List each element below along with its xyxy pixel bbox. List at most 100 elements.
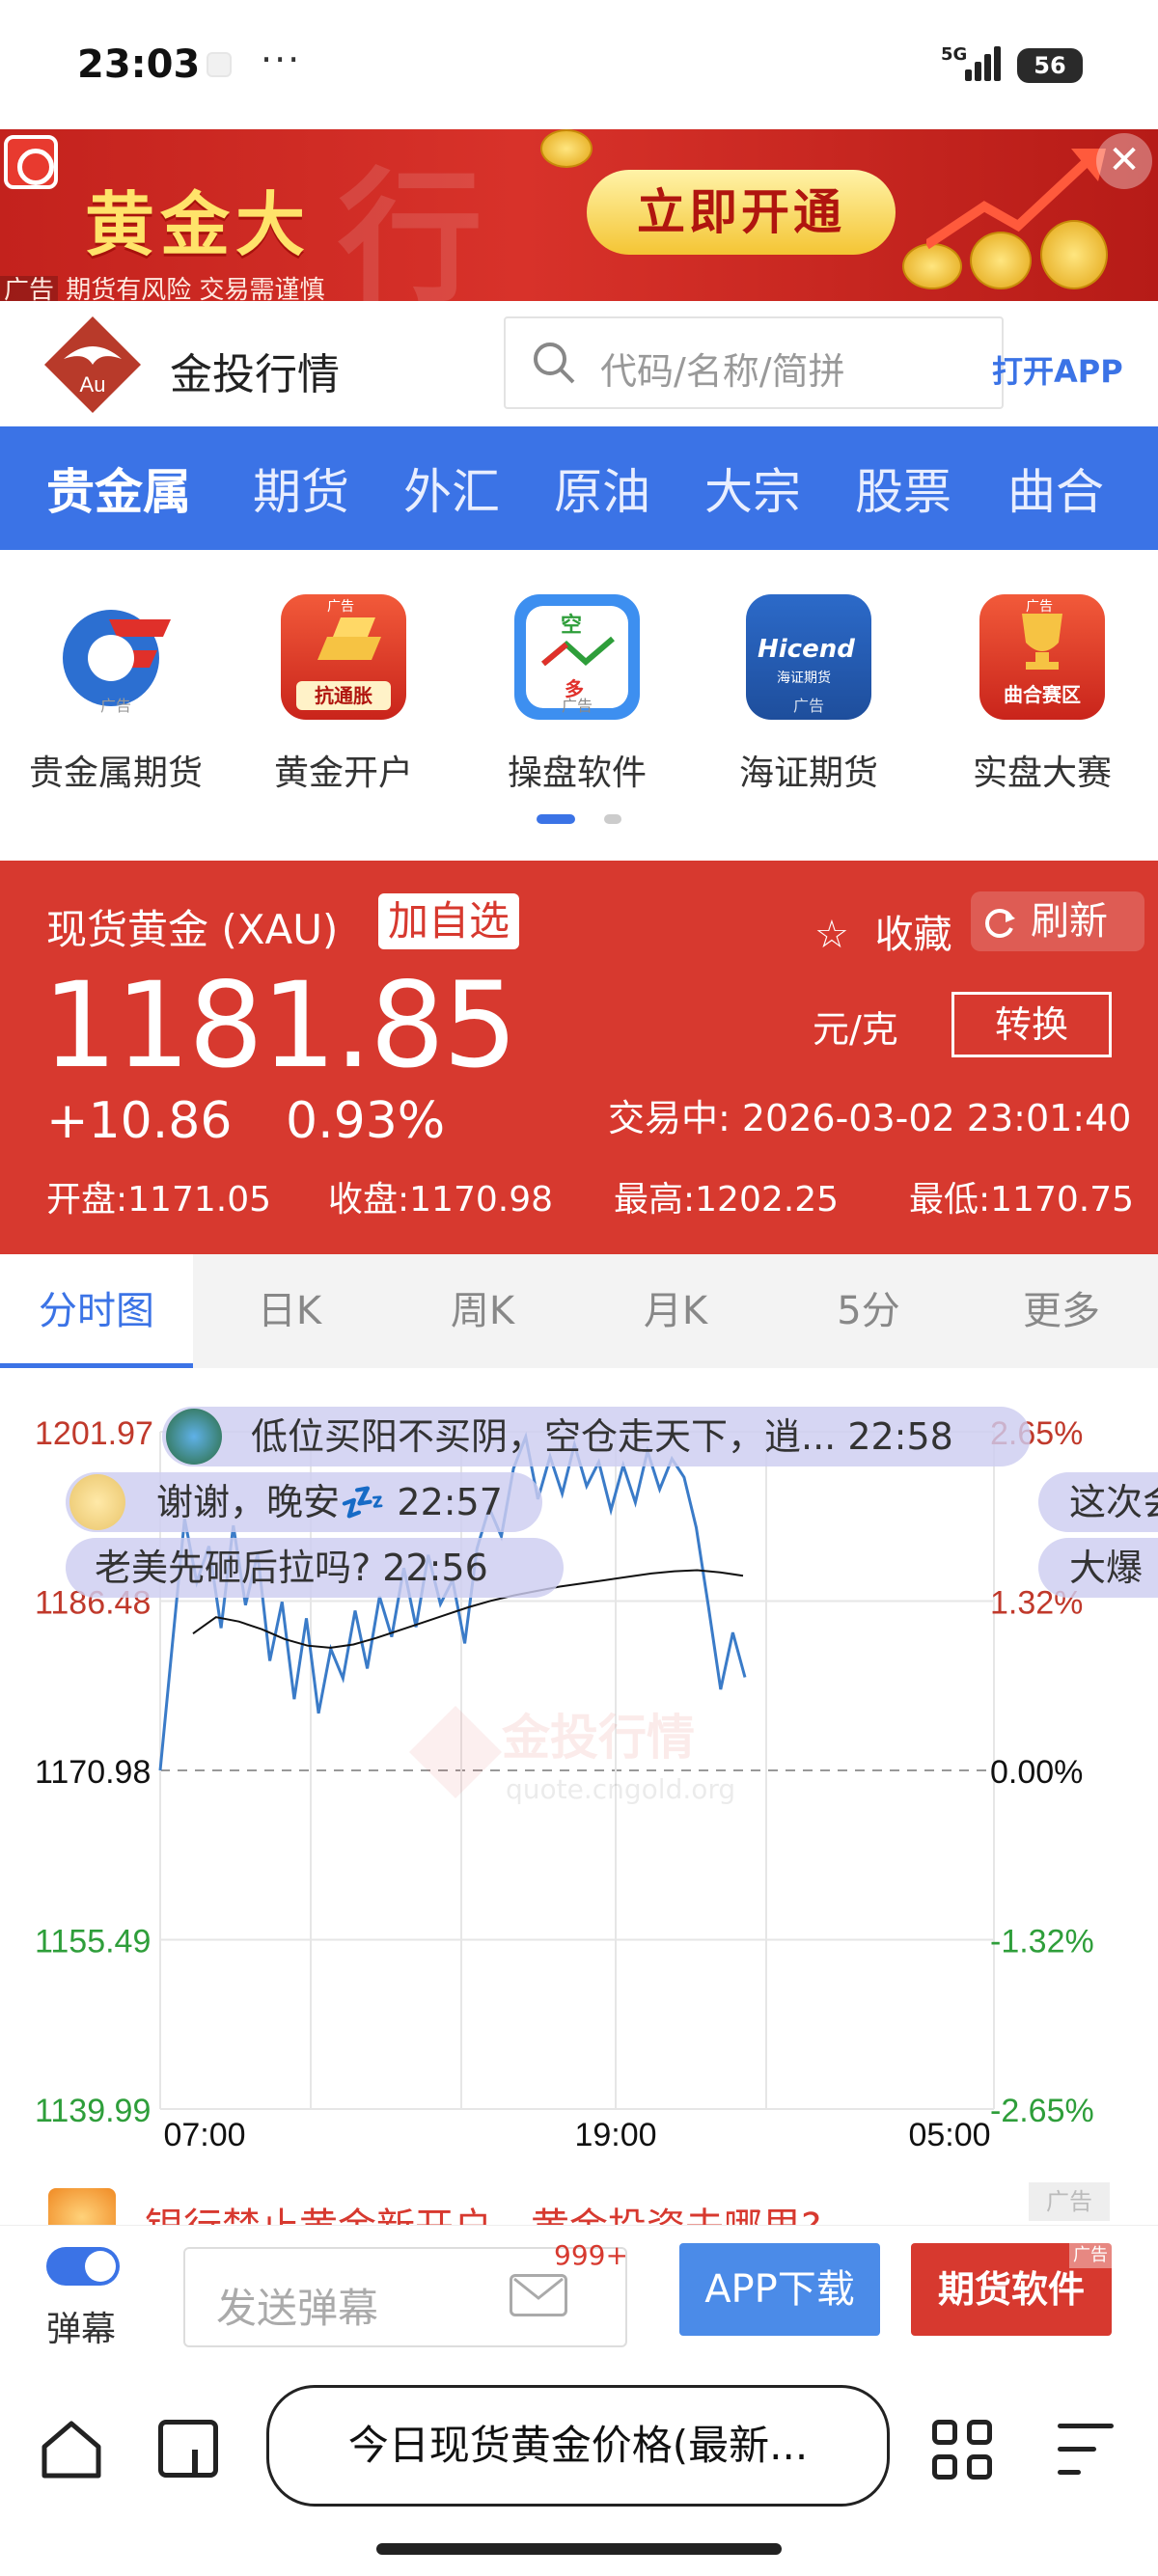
intraday-chart[interactable]: 金投行情 quote.cngold.org 1201.97 2.65% 1186.48 1… xyxy=(0,1368,1158,2159)
add-watchlist-button[interactable]: 加自选 xyxy=(378,893,520,949)
shortcut-label: 实盘大赛 xyxy=(972,754,1112,793)
shortcut-ad-tag: 广告 xyxy=(792,697,824,715)
shortcut-label: 贵金属期货 xyxy=(28,754,203,793)
futures-ad-tag: 广告 xyxy=(1069,2243,1112,2268)
ad-label: 广告 xyxy=(0,276,59,301)
low-price: 最低:1170.75 xyxy=(909,1180,1134,1219)
nav-item-crude-oil[interactable]: 原油 xyxy=(554,453,650,523)
instrument-name: 现货黄金 (XAU) xyxy=(46,906,339,953)
shortcut-label: 黄金开户 xyxy=(273,754,413,793)
brand-name[interactable]: 金投行情 xyxy=(170,340,340,401)
tab-more[interactable]: 更多 xyxy=(965,1254,1158,1368)
ad-banner[interactable]: 行 黄金大 立即开通 广告 期货有风险 交易需谨慎 xyxy=(0,129,1158,301)
shortcut-trading-software[interactable]: 空 多 广告 操盘软件 xyxy=(481,594,674,795)
tab-monthly-k[interactable]: 月K xyxy=(579,1254,772,1368)
nav-item-forex[interactable]: 外汇 xyxy=(403,453,500,523)
user-avatar xyxy=(69,1474,125,1530)
chart-watermark: 金投行情 xyxy=(502,1710,695,1766)
trophy-icon: 曲合赛区 广告 xyxy=(979,594,1105,720)
search-input[interactable]: 代码/名称/简拼 xyxy=(504,316,1004,409)
current-price: 1181.85 xyxy=(42,957,518,1094)
nav-item-futures[interactable]: 期货 xyxy=(253,453,349,523)
site-header: Au 金投行情 代码/名称/简拼 打开APP xyxy=(0,301,1158,426)
y-tick-left: 1139.99 xyxy=(35,2093,151,2129)
price-change: +10.86 xyxy=(46,1092,233,1150)
category-nav: 贵金属 期货 外汇 原油 大宗 股票 曲合 xyxy=(0,426,1158,550)
home-indicator xyxy=(376,2543,782,2555)
futures-software-label: 期货软件 xyxy=(937,2268,1085,2311)
hicend-brand-sub: 海证期货 xyxy=(777,671,831,686)
home-icon[interactable] xyxy=(39,2416,104,2481)
tab-intraday[interactable]: 分时图 xyxy=(0,1254,193,1368)
y-tick-left: 1201.97 xyxy=(35,1415,153,1452)
app-download-button[interactable]: APP下载 xyxy=(679,2243,880,2336)
refresh-label: 刷新 xyxy=(1031,899,1108,944)
menu-icon[interactable] xyxy=(1058,2424,1114,2478)
news-text: 银行禁止黄金新开户，黄金投资去哪里? xyxy=(145,2196,821,2225)
tab-5min[interactable]: 5分 xyxy=(772,1254,965,1368)
y-tick-right: -2.65% xyxy=(990,2093,1094,2129)
shortcut-live-contest[interactable]: 曲合赛区 广告 实盘大赛 xyxy=(946,594,1139,795)
danmaku-text: 这次会 xyxy=(1069,1481,1158,1523)
ad-disclaimer: 广告 期货有风险 交易需谨慎 xyxy=(0,270,325,301)
price-change-pct: 0.93% xyxy=(286,1092,446,1150)
hicend-icon: Hicend 海证期货 广告 xyxy=(746,594,871,720)
trading-status: 交易中: 2026-03-02 23:01:40 xyxy=(608,1097,1132,1139)
convert-button[interactable]: 转换 xyxy=(951,992,1112,1057)
ad-close-icon[interactable]: ✕ xyxy=(1096,133,1152,189)
nav-item-commodities[interactable]: 大宗 xyxy=(704,453,801,523)
ad-disclaimer-text: 期货有风险 交易需谨慎 xyxy=(66,276,325,301)
network-type: 5G xyxy=(941,44,968,65)
chart-tabs: 分时图 日K 周K 月K 5分 更多 xyxy=(0,1254,1158,1368)
ad-banner-title: 黄金大 xyxy=(85,184,312,265)
coin-icon xyxy=(540,129,593,168)
shortcut-grid: 广告 贵金属期货 抗通胀 广告 黄金开户 空 多 广告 操盘软件 Hicend … xyxy=(0,550,1158,859)
futures-software-button[interactable]: 期货软件 广告 xyxy=(911,2243,1112,2336)
precious-futures-icon: 广告 xyxy=(53,594,179,720)
shortcut-precious-futures[interactable]: 广告 贵金属期货 xyxy=(19,594,212,795)
y-tick-left: 1155.49 xyxy=(35,1923,151,1959)
high-price: 最高:1202.25 xyxy=(614,1180,839,1219)
star-icon: ☆ xyxy=(814,913,849,957)
apps-grid-icon[interactable] xyxy=(932,2420,996,2483)
shortcut-hicend-futures[interactable]: Hicend 海证期货 广告 海证期货 xyxy=(712,594,905,795)
tabs-icon[interactable] xyxy=(158,2420,218,2478)
shortcut-label: 海证期货 xyxy=(738,754,878,793)
trend-arrow-icon xyxy=(926,149,1106,250)
gold-bar-icon: 抗通胀 广告 xyxy=(281,594,406,720)
danmaku-item: 这次会 xyxy=(1038,1472,1158,1532)
pager-dot xyxy=(604,814,621,824)
tab-weekly-k[interactable]: 周K xyxy=(386,1254,579,1368)
news-icon xyxy=(48,2188,116,2225)
y-tick-left: 1170.98 xyxy=(35,1754,151,1791)
address-bar[interactable]: 今日现货黄金价格(最新... xyxy=(266,2385,890,2507)
danmaku-item: 大爆 xyxy=(1038,1538,1158,1598)
open-app-button[interactable]: 打开APP xyxy=(992,347,1123,392)
refresh-button[interactable]: 刷新 xyxy=(971,891,1144,951)
danmaku-text: 大爆 xyxy=(1069,1547,1144,1589)
favorite-label: 收藏 xyxy=(874,913,952,957)
favorite-button[interactable]: ☆ 收藏 xyxy=(814,903,952,959)
chart-watermark-logo xyxy=(409,1706,502,1798)
danmaku-placeholder: 发送弹幕 xyxy=(216,2285,379,2332)
shortcut-label: 操盘软件 xyxy=(507,754,647,793)
news-ticker[interactable]: 银行禁止黄金新开户，黄金投资去哪里? 广告 xyxy=(0,2182,1158,2225)
danmaku-text: 谢谢，晚安💤 22:57 xyxy=(156,1481,503,1523)
nav-item-quhe[interactable]: 曲合 xyxy=(1007,453,1104,523)
danmaku-toggle-label: 弹幕 xyxy=(46,2310,117,2349)
tab-daily-k[interactable]: 日K xyxy=(193,1254,386,1368)
ad-cta-button[interactable]: 立即开通 xyxy=(587,170,896,255)
mail-icon[interactable] xyxy=(510,2274,567,2316)
nav-item-precious-metals[interactable]: 贵金属 xyxy=(46,453,191,523)
shortcut-ad-tag: 广告 xyxy=(327,599,354,615)
danmaku-text: 低位买阳不买阴，空仓走天下，逍... 22:58 xyxy=(251,1415,953,1458)
nav-item-stocks[interactable]: 股票 xyxy=(855,453,951,523)
shortcut-gold-account[interactable]: 抗通胀 广告 黄金开户 xyxy=(247,594,440,795)
close-price: 收盘:1170.98 xyxy=(328,1180,553,1219)
brand-logo-icon[interactable]: Au xyxy=(42,315,143,415)
danmaku-toggle[interactable] xyxy=(46,2247,120,2286)
user-avatar xyxy=(166,1409,222,1465)
danmaku-item: 低位买阳不买阴，空仓走天下，逍... 22:58 xyxy=(162,1407,1031,1466)
message-badge: 999+ xyxy=(554,2239,628,2271)
gold-account-sub: 抗通胀 xyxy=(296,681,391,710)
